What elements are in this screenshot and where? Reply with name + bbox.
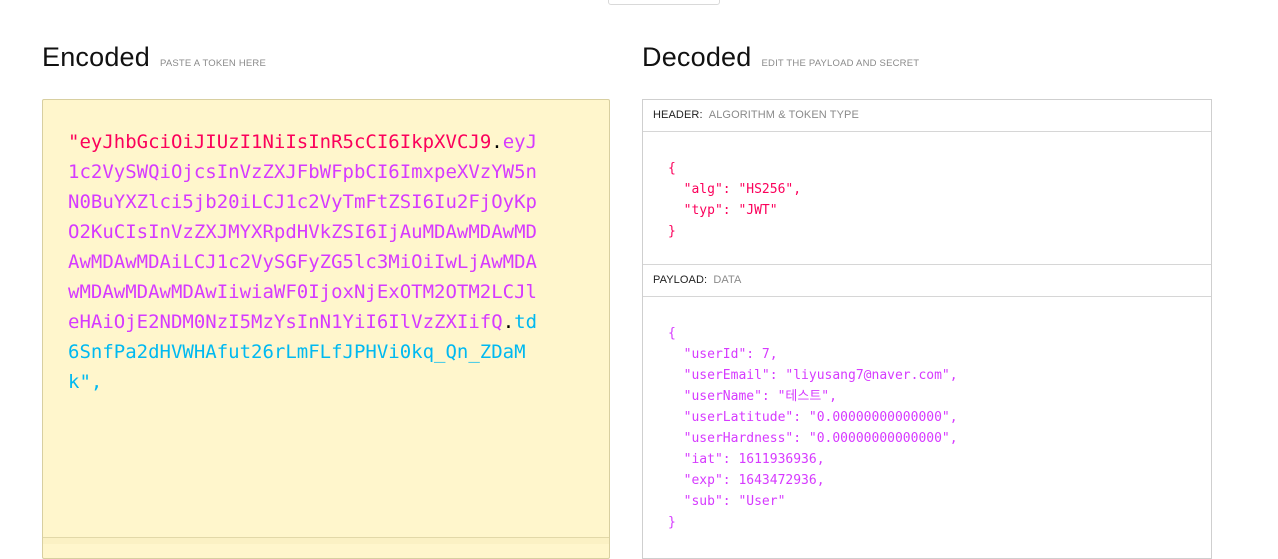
payload-json[interactable]: { "userId": 7, "userEmail": "liyusang7@n… <box>668 323 958 533</box>
token-text[interactable]: "eyJhbGciOiJIUzI1NiIsInR5cCI6IkpXVCJ9.ey… <box>68 127 538 397</box>
top-tab[interactable] <box>608 0 720 5</box>
token-dot: . <box>502 311 515 333</box>
header-json[interactable]: { "alg": "HS256", "typ": "JWT" } <box>668 158 801 242</box>
decoded-panel: HEADER: ALGORITHM & TOKEN TYPE { "alg": … <box>642 99 1212 559</box>
token-open-quote: " <box>68 131 80 153</box>
encoded-title: Encoded <box>42 42 150 72</box>
payload-section-label: PAYLOAD: DATA <box>643 265 1211 297</box>
token-dot: . <box>491 131 503 153</box>
header-section-label: HEADER: ALGORITHM & TOKEN TYPE <box>643 100 1211 132</box>
encoded-panel-footer <box>43 537 609 544</box>
decoded-subtitle: EDIT THE PAYLOAD AND SECRET <box>761 58 920 69</box>
encoded-heading: Encoded PASTE A TOKEN HERE <box>42 42 266 73</box>
decoded-heading: Decoded EDIT THE PAYLOAD AND SECRET <box>642 42 919 73</box>
header-label: HEADER: <box>653 109 703 121</box>
payload-label: PAYLOAD: <box>653 274 708 286</box>
token-close: ", <box>79 371 103 393</box>
header-json-editor[interactable]: { "alg": "HS256", "typ": "JWT" } <box>643 132 1211 265</box>
token-payload-part: eyJ1c2VySWQiOjcsInVzZXJFbWFpbCI6ImxpeXVz… <box>68 131 538 333</box>
payload-label-sub: DATA <box>713 274 742 286</box>
header-label-sub: ALGORITHM & TOKEN TYPE <box>708 109 859 121</box>
decoded-title: Decoded <box>642 42 752 72</box>
encoded-token-textarea[interactable]: "eyJhbGciOiJIUzI1NiIsInR5cCI6IkpXVCJ9.ey… <box>42 99 610 559</box>
token-header-part: eyJhbGciOiJIUzI1NiIsInR5cCI6IkpXVCJ9 <box>79 131 492 153</box>
encoded-subtitle: PASTE A TOKEN HERE <box>160 58 267 69</box>
